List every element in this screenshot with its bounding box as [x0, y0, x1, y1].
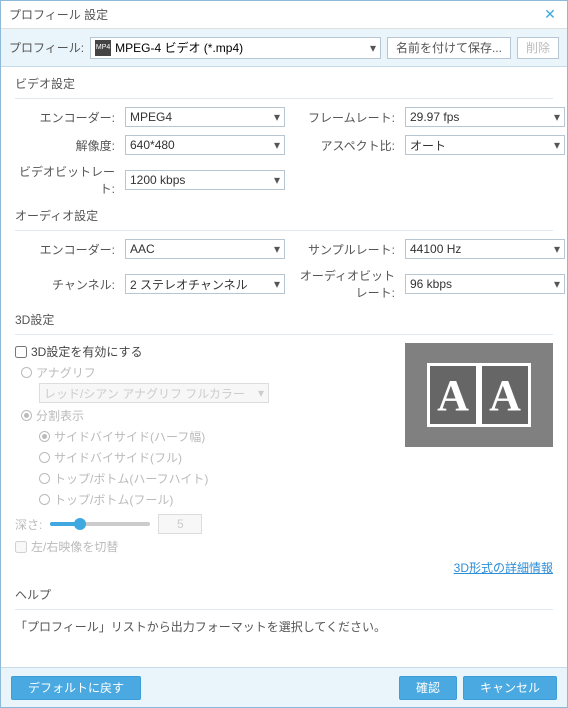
anaglyph-mode-select: レッド/シアン アナグリフ フルカラー▾ [39, 383, 269, 403]
chevron-down-icon: ▾ [274, 242, 280, 256]
chevron-down-icon: ▾ [554, 277, 560, 291]
window-title: プロフィール 設定 [9, 6, 541, 23]
profile-value: MPEG-4 ビデオ (*.mp4) [115, 39, 243, 56]
video-bitrate-select[interactable]: 1200 kbps▾ [125, 170, 285, 190]
resolution-select[interactable]: 640*480▾ [125, 135, 285, 155]
aspect-label: アスペクト比: [295, 137, 395, 154]
audio-bitrate-select[interactable]: 96 kbps▾ [405, 274, 565, 294]
chevron-down-icon: ▾ [274, 138, 280, 152]
video-group-title: ビデオ設定 [15, 75, 553, 92]
help-text: 「プロフィール」リストから出力フォーマットを選択してください。 [15, 618, 553, 635]
profile-label: プロフィール: [9, 39, 84, 56]
profile-select[interactable]: MP4 MPEG-4 ビデオ (*.mp4) ▾ [90, 37, 381, 59]
aspect-select[interactable]: オート▾ [405, 135, 565, 155]
d3-group-title: 3D設定 [15, 311, 553, 328]
resolution-label: 解像度: [15, 137, 115, 154]
video-encoder-select[interactable]: MPEG4▾ [125, 107, 285, 127]
audio-encoder-label: エンコーダー: [15, 241, 115, 258]
framerate-select[interactable]: 29.97 fps▾ [405, 107, 565, 127]
chevron-down-icon: ▾ [554, 242, 560, 256]
framerate-label: フレームレート: [295, 109, 395, 126]
swap-lr-checkbox: 左/右映像を切替 [15, 538, 553, 555]
mp4-icon: MP4 [95, 40, 111, 56]
depth-spinner: 5 [158, 514, 202, 534]
audio-group-title: オーディオ設定 [15, 207, 553, 224]
tb-half-radio: トップ/ボトム(ハーフハイト) [39, 470, 553, 487]
default-button[interactable]: デフォルトに戻す [11, 676, 141, 700]
enable-3d-input[interactable] [15, 346, 27, 358]
samplerate-select[interactable]: 44100 Hz▾ [405, 239, 565, 259]
tb-full-radio: トップ/ボトム(フール) [39, 491, 553, 508]
d3-info-link[interactable]: 3D形式の詳細情報 [454, 561, 553, 575]
sbs-full-radio: サイドバイサイド(フル) [39, 449, 553, 466]
ok-button[interactable]: 確認 [399, 676, 457, 700]
close-icon[interactable]: ✕ [541, 6, 559, 24]
video-encoder-label: エンコーダー: [15, 109, 115, 126]
depth-slider [50, 522, 150, 526]
cancel-button[interactable]: キャンセル [463, 676, 557, 700]
d3-preview: AA [405, 343, 553, 447]
audio-bitrate-label: オーディオビットレート: [295, 267, 395, 301]
delete-button: 削除 [517, 37, 559, 59]
chevron-down-icon: ▾ [274, 110, 280, 124]
chevron-down-icon: ▾ [274, 277, 280, 291]
help-group-title: ヘルプ [15, 586, 553, 603]
save-as-button[interactable]: 名前を付けて保存... [387, 37, 511, 59]
video-bitrate-label: ビデオビットレート: [15, 163, 115, 197]
chevron-down-icon: ▾ [554, 110, 560, 124]
channel-label: チャンネル: [15, 276, 115, 293]
samplerate-label: サンプルレート: [295, 241, 395, 258]
depth-label: 深さ: [15, 516, 42, 533]
chevron-down-icon: ▾ [274, 173, 280, 187]
enable-3d-label: 3D設定を有効にする [31, 343, 142, 360]
chevron-down-icon: ▾ [370, 41, 376, 55]
chevron-down-icon: ▾ [554, 138, 560, 152]
swap-lr-input [15, 541, 27, 553]
audio-encoder-select[interactable]: AAC▾ [125, 239, 285, 259]
channel-select[interactable]: 2 ステレオチャンネル▾ [125, 274, 285, 294]
